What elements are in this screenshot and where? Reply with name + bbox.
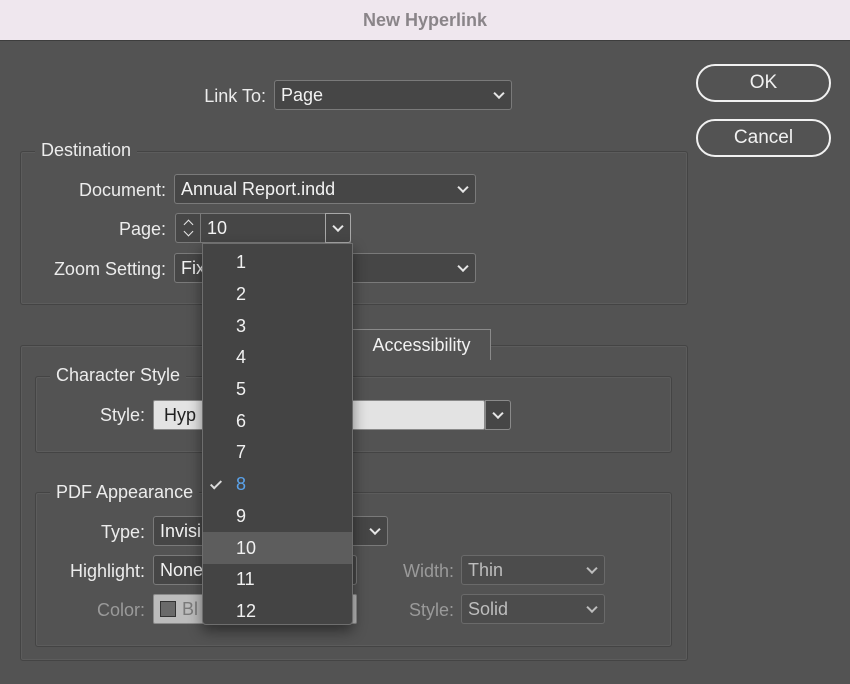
chevron-down-icon xyxy=(457,260,469,273)
color-swatch xyxy=(160,601,176,617)
page-value: 10 xyxy=(207,217,228,238)
color-label: Color: xyxy=(96,600,145,620)
chevron-down-icon xyxy=(586,601,598,614)
border-style-label: Style: xyxy=(408,600,454,620)
chevron-down-icon xyxy=(492,407,504,420)
character-style-value: Hyp xyxy=(164,404,197,425)
page-option[interactable]: 4 xyxy=(203,342,352,374)
stepper-down-icon[interactable] xyxy=(183,226,194,237)
link-to-value: Page xyxy=(281,84,324,105)
page-option-label: 8 xyxy=(236,474,247,495)
page-stepper[interactable] xyxy=(175,213,201,243)
width-label: Width: xyxy=(402,561,454,581)
width-value: Thin xyxy=(468,559,504,580)
page-option-label: 3 xyxy=(236,315,247,336)
highlight-value: None xyxy=(160,559,204,580)
zoom-setting-label: Zoom Setting: xyxy=(53,259,166,279)
type-label: Type: xyxy=(100,522,145,542)
border-style-select: Solid xyxy=(461,594,605,624)
document-label: Document: xyxy=(78,180,166,200)
page-option-label: 2 xyxy=(236,284,247,305)
page-option-selected[interactable]: 8 xyxy=(203,469,352,501)
page-option-label: 11 xyxy=(236,569,255,590)
page-option[interactable]: 12 xyxy=(203,596,352,628)
document-select[interactable]: Annual Report.indd xyxy=(174,174,476,204)
chevron-down-icon xyxy=(332,220,344,233)
page-option-label: 1 xyxy=(236,252,247,273)
page-option-highlighted[interactable]: 10 xyxy=(203,532,352,564)
page-option-label: 5 xyxy=(236,379,247,400)
title-bar: New Hyperlink xyxy=(0,0,850,41)
type-value: Invisi xyxy=(160,520,202,541)
page-label: Page: xyxy=(118,219,166,239)
character-style-dropdown-button[interactable] xyxy=(485,400,511,430)
destination-title: Destination xyxy=(35,140,138,161)
character-style-label: Style: xyxy=(99,405,145,425)
page-option[interactable]: 11 xyxy=(203,564,352,596)
page-option-label: 10 xyxy=(236,537,257,558)
pdf-appearance-title: PDF Appearance xyxy=(50,482,200,503)
page-option[interactable]: 6 xyxy=(203,405,352,437)
new-hyperlink-dialog: Link To: Page OK Cancel Destination Docu… xyxy=(0,41,850,684)
page-option[interactable]: 2 xyxy=(203,279,352,311)
highlight-label: Highlight: xyxy=(69,561,145,581)
link-to-select[interactable]: Page xyxy=(274,80,512,110)
page-option[interactable]: 7 xyxy=(203,437,352,469)
width-select: Thin xyxy=(461,555,605,585)
border-style-value: Solid xyxy=(468,598,509,619)
page-combobox[interactable]: 10 xyxy=(201,213,351,243)
chevron-down-icon xyxy=(493,87,505,100)
page-dropdown-menu: 1 2 3 4 5 6 7 8 9 10 11 12 xyxy=(202,243,353,625)
page-option[interactable]: 1 xyxy=(203,247,352,279)
link-to-label: Link To: xyxy=(204,86,266,106)
cancel-button[interactable]: Cancel xyxy=(696,119,831,157)
character-style-title: Character Style xyxy=(50,365,187,386)
page-option[interactable]: 5 xyxy=(203,374,352,406)
page-option-label: 6 xyxy=(236,410,247,431)
page-option-label: 4 xyxy=(236,347,247,368)
ok-button[interactable]: OK xyxy=(696,64,831,102)
chevron-down-icon xyxy=(586,562,598,575)
checkmark-icon xyxy=(209,477,223,490)
chevron-down-icon xyxy=(369,523,381,536)
chevron-down-icon xyxy=(457,181,469,194)
window-title: New Hyperlink xyxy=(362,9,488,30)
page-option[interactable]: 9 xyxy=(203,501,352,533)
tab-accessibility[interactable]: Accessibility xyxy=(352,329,491,360)
page-option-label: 12 xyxy=(236,600,257,621)
page-option[interactable]: 3 xyxy=(203,310,352,342)
page-option-label: 7 xyxy=(236,442,247,463)
document-value: Annual Report.indd xyxy=(181,178,336,199)
page-dropdown-button[interactable] xyxy=(325,213,351,243)
page-option-label: 9 xyxy=(236,505,247,526)
color-value: Bl xyxy=(182,598,199,619)
